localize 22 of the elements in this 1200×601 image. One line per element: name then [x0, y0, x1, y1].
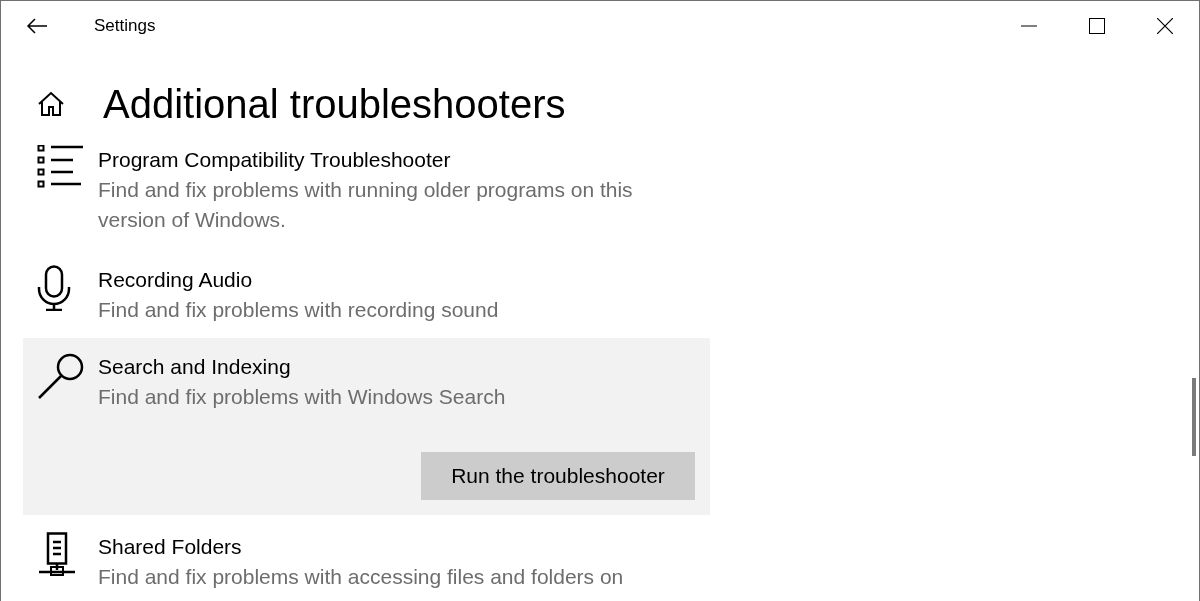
troubleshooter-title: Search and Indexing — [98, 354, 292, 380]
search-icon — [37, 352, 85, 400]
troubleshooter-title[interactable]: Shared Folders — [98, 532, 695, 562]
home-icon — [37, 91, 65, 117]
back-arrow-icon — [26, 18, 48, 34]
troubleshooter-description: Find and fix problems with accessing files and folders on — [98, 564, 625, 590]
selected-troubleshooter-panel[interactable]: Search and Indexing Find and fix problems with Windows Search Run the troubleshooter — [23, 338, 710, 515]
page-heading: Additional troubleshooters — [103, 81, 566, 127]
list-icon — [37, 145, 83, 189]
run-troubleshooter-button[interactable]: Run the troubleshooter — [421, 452, 695, 500]
server-icon — [37, 532, 77, 578]
close-icon — [1157, 18, 1173, 34]
troubleshooter-title[interactable]: Recording Audio — [98, 265, 695, 295]
troubleshooter-description: Find and fix problems with Windows Search — [98, 384, 507, 410]
troubleshooter-title[interactable]: Program Compatibility Troubleshooter — [98, 145, 695, 175]
window-title: Settings — [94, 16, 156, 36]
microphone-icon — [37, 265, 71, 311]
troubleshooter-description: Find and fix problems with running older programs on this version of Windows. — [98, 177, 634, 233]
troubleshooter-description: Find and fix problems with recording sound — [98, 297, 500, 323]
minimize-icon — [1021, 25, 1037, 27]
scrollbar-thumb[interactable] — [1192, 378, 1196, 456]
maximize-icon — [1089, 18, 1105, 34]
